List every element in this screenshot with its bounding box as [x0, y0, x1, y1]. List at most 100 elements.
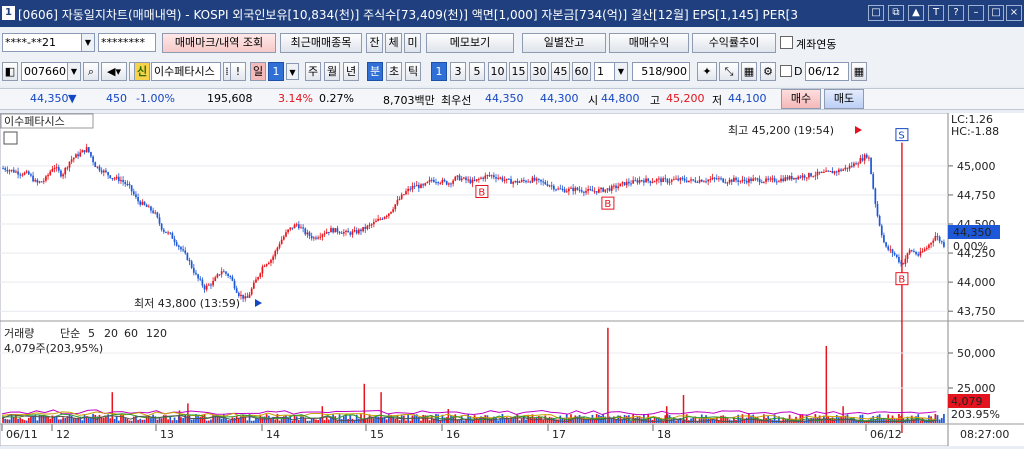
grid-icon[interactable]: ▦: [741, 62, 757, 81]
minute-30[interactable]: 30: [530, 62, 549, 81]
second-tab[interactable]: 초: [386, 62, 402, 81]
credit-badge[interactable]: 신: [134, 62, 150, 81]
stock-code-select[interactable]: 007660 ▼: [21, 62, 81, 81]
help-icon[interactable]: ?: [948, 5, 964, 21]
calendar-icon[interactable]: ▦: [851, 62, 867, 81]
alert-button[interactable]: !: [230, 62, 246, 81]
settings-icon[interactable]: ⚙: [760, 62, 776, 81]
candle-body: [527, 181, 530, 183]
price-tick-label: 43,750: [957, 305, 996, 318]
date-checkbox[interactable]: [780, 65, 792, 77]
candle-body: [531, 177, 534, 183]
date-field[interactable]: 06/12: [805, 62, 849, 81]
candle-body: [812, 176, 815, 178]
candle-body: [347, 230, 349, 233]
close-icon[interactable]: ×: [1006, 5, 1022, 21]
candle-body: [308, 232, 311, 236]
candle-body: [488, 175, 491, 177]
candle-body: [814, 175, 817, 177]
tick-tab[interactable]: 틱: [405, 62, 421, 81]
candle-body: [715, 178, 718, 180]
minute-60[interactable]: 60: [572, 62, 591, 81]
candle-body: [940, 241, 943, 243]
candle-body: [827, 170, 830, 172]
monthly-tab[interactable]: 월: [324, 62, 340, 81]
font-icon[interactable]: T: [928, 5, 944, 21]
maximize-icon[interactable]: □: [988, 5, 1004, 21]
weekly-tab[interactable]: 주: [305, 62, 321, 81]
candle-body: [17, 171, 19, 175]
draw-icon[interactable]: ⤡: [719, 62, 739, 81]
time-tick-label: 06/11: [6, 428, 38, 441]
candle-body: [668, 181, 671, 183]
candle-body: [250, 288, 253, 295]
bar-count-field[interactable]: 518/900: [632, 62, 690, 81]
candle-body: [919, 251, 922, 256]
chevron-down-icon[interactable]: ▼: [286, 63, 299, 80]
trade-marker-B: B: [898, 275, 905, 286]
minute-3[interactable]: 3: [450, 62, 466, 81]
candle-body: [898, 257, 900, 263]
chevron-down-icon[interactable]: ▼: [67, 63, 80, 80]
return-trend-button[interactable]: 수익률추이: [692, 33, 776, 53]
panel-icon[interactable]: ◧: [2, 62, 18, 81]
candle-body: [853, 163, 855, 167]
interval-select[interactable]: 1 ▼: [594, 62, 628, 81]
trade-mark-query-button[interactable]: 매매마크/내역 조회: [162, 33, 276, 53]
candle-body: [917, 254, 920, 256]
account-link-checkbox[interactable]: [780, 36, 793, 49]
sell-button[interactable]: 매도: [824, 89, 864, 109]
yearly-tab[interactable]: 년: [343, 62, 359, 81]
minute-10[interactable]: 10: [488, 62, 507, 81]
speaker-icon[interactable]: ◀▾: [101, 62, 127, 81]
candle-body: [771, 178, 774, 180]
minute-5[interactable]: 5: [469, 62, 485, 81]
account-select[interactable]: ****-**21 ▼: [2, 33, 95, 52]
chart-area[interactable]: 이수페타시스 BBBS 45,000 44,750 44,500 44,250 44,0…: [0, 112, 1024, 447]
minute-tab[interactable]: 분: [367, 62, 383, 81]
unfilled-button[interactable]: 미: [404, 33, 421, 53]
candle-body: [782, 178, 785, 182]
candle-body: [227, 273, 229, 276]
tile-icon[interactable]: ⧉: [888, 5, 904, 21]
buy-button[interactable]: 매수: [781, 89, 821, 109]
pin-icon[interactable]: ▲: [908, 5, 924, 21]
minimize-icon[interactable]: –: [968, 5, 984, 21]
search-icon[interactable]: ⌕: [83, 62, 99, 81]
candle-body: [799, 176, 802, 178]
candle-body: [634, 180, 637, 182]
minute-15[interactable]: 15: [509, 62, 528, 81]
balance-button[interactable]: 잔: [366, 33, 383, 53]
candle-body: [670, 179, 673, 182]
candle-body: [158, 217, 161, 224]
candle-body: [182, 249, 184, 251]
daily-count[interactable]: 1: [268, 62, 284, 81]
candle-body: [218, 274, 221, 276]
daily-tab[interactable]: 일: [250, 62, 266, 81]
candle-body: [893, 252, 896, 255]
table-icon[interactable]: [3, 131, 18, 145]
recent-trades-button[interactable]: 최근매매종목: [280, 33, 362, 53]
chevron-down-icon[interactable]: ▼: [81, 34, 94, 51]
restore-icon[interactable]: □: [868, 5, 884, 21]
indicator-icon[interactable]: ✦: [697, 62, 717, 81]
filled-button[interactable]: 체: [385, 33, 402, 53]
minute-45[interactable]: 45: [551, 62, 570, 81]
trade-marker-S: S: [898, 131, 904, 142]
daily-balance-button[interactable]: 일별잔고: [522, 33, 606, 53]
password-field[interactable]: ********: [98, 33, 156, 52]
chevron-down-icon[interactable]: ▼: [614, 63, 627, 80]
candle-body: [214, 277, 217, 281]
candle-body: [454, 176, 457, 181]
minute-1[interactable]: 1: [431, 62, 447, 81]
candle-body: [75, 154, 77, 158]
candle-body: [297, 224, 300, 229]
candle-body: [495, 177, 497, 179]
candle-body: [829, 170, 832, 172]
candlestick-chart[interactable]: 이수페타시스 BBBS 45,00044,75044,50044,25044,0…: [0, 112, 1024, 447]
memo-button[interactable]: 메모보기: [426, 33, 514, 53]
stock-name-field[interactable]: 이수페타시스: [151, 62, 221, 81]
candle-body: [936, 236, 939, 238]
trade-profit-button[interactable]: 매매수익: [609, 33, 689, 53]
candle-body: [533, 177, 536, 181]
